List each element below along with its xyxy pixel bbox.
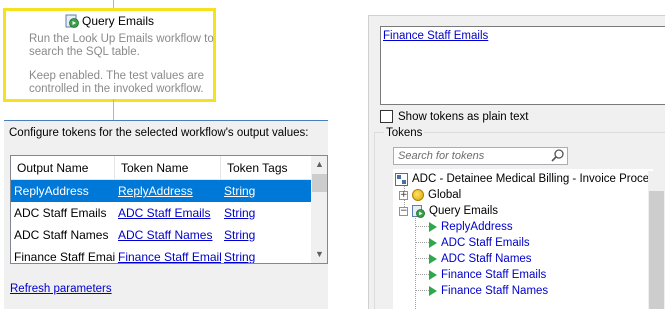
token-name-link[interactable]: ADC Staff Names [118, 228, 212, 242]
token-name-link[interactable]: ReplyAddress [118, 184, 193, 198]
refresh-parameters-link[interactable]: Refresh parameters [10, 283, 112, 295]
activity-note: Keep enabled. The test values are contro… [29, 70, 204, 95]
tree-token-label: ADC Staff Names [441, 253, 532, 265]
scroll-up-arrow-icon[interactable]: ▲ [311, 156, 327, 173]
expand-plus-icon[interactable]: + [399, 190, 408, 200]
tree-token-item[interactable]: ADC Staff Emails [429, 235, 530, 251]
tree-token-label: ADC Staff Emails [441, 237, 530, 249]
output-name-cell: ADC Staff Names [14, 228, 109, 242]
token-name-link[interactable]: ADC Staff Emails [118, 206, 210, 220]
tokens-group-label: Tokens [384, 127, 425, 139]
token-play-icon [429, 254, 437, 264]
token-value-textbox[interactable]: Finance Staff Emails [380, 26, 665, 105]
column-header-token-name[interactable]: Token Name [115, 156, 221, 180]
output-name-cell: ADC Staff Emails [14, 206, 107, 220]
workflow-icon [395, 172, 408, 186]
activity-title: Query Emails [6, 14, 213, 28]
tree-node-global[interactable]: + Global [399, 187, 461, 203]
tree-node-global-label: Global [428, 189, 462, 201]
table-row[interactable]: Finance Staff Emails Finance Staff Email… [11, 246, 311, 264]
token-tags-link[interactable]: String [224, 206, 255, 220]
inserted-token[interactable]: Finance Staff Emails [383, 30, 488, 42]
tree-root-node[interactable]: ADC - Detainee Medical Billing - Invoice… [395, 171, 649, 187]
workflow-icon [65, 14, 79, 28]
tree-token-label: ReplyAddress [441, 221, 513, 233]
tree-root-label: ADC - Detainee Medical Billing - Invoice… [412, 173, 650, 185]
activity-title-text: Query Emails [81, 14, 155, 28]
token-play-icon [429, 270, 437, 280]
tree-token-item[interactable]: Finance Staff Names [429, 283, 548, 299]
tree-guide [415, 213, 416, 309]
token-play-icon [429, 222, 437, 232]
show-tokens-plain-label: Show tokens as plain text [398, 110, 529, 123]
tree-token-item[interactable]: ADC Staff Names [429, 251, 532, 267]
tree-scroll-thumb[interactable] [649, 191, 664, 309]
collapse-minus-icon[interactable]: − [399, 206, 408, 216]
table-row[interactable]: ADC Staff Names ADC Staff Names String [11, 224, 311, 246]
column-header-token-tags[interactable]: Token Tags [221, 156, 311, 180]
activity-description: Run the Look Up Emails workflow to searc… [29, 33, 214, 58]
token-tags-link[interactable]: String [224, 228, 255, 242]
tree-vertical-scrollbar[interactable] [648, 171, 665, 309]
tree-token-item[interactable]: Finance Staff Emails [429, 267, 546, 283]
table-vertical-scrollbar[interactable]: ▲ ▼ [311, 156, 327, 263]
connector-line-bottom [113, 99, 114, 121]
search-icon[interactable] [549, 148, 566, 164]
token-play-icon [429, 286, 437, 296]
tree-token-label: Finance Staff Names [441, 285, 549, 297]
scroll-thumb[interactable] [312, 174, 327, 192]
table-row[interactable]: ReplyAddress ReplyAddress String [11, 180, 311, 202]
output-tokens-table: Output Name Token Name Token Tags ReplyA… [10, 155, 328, 264]
token-picker-panel: Finance Staff Emails Show tokens as plai… [368, 15, 665, 309]
tokens-tree: ADC - Detainee Medical Billing - Invoice… [393, 169, 653, 309]
token-name-link[interactable]: Finance Staff Emails [118, 250, 221, 263]
configure-tokens-panel: Configure tokens for the selected workfl… [4, 120, 328, 309]
tree-token-item[interactable]: ReplyAddress [429, 219, 513, 235]
tree-token-label: Finance Staff Emails [441, 269, 547, 281]
global-icon [412, 189, 424, 201]
token-tags-link[interactable]: String [224, 184, 255, 198]
tree-node-query-emails[interactable]: − Query Emails [399, 203, 498, 219]
query-emails-activity[interactable]: Query Emails Run the Look Up Emails work… [3, 8, 216, 102]
token-play-icon [429, 238, 437, 248]
scroll-down-arrow-icon[interactable]: ▼ [311, 246, 327, 263]
configure-tokens-label: Configure tokens for the selected workfl… [9, 127, 309, 139]
column-header-output-name[interactable]: Output Name [11, 156, 115, 180]
workflow-run-icon [412, 204, 425, 218]
table-header: Output Name Token Name Token Tags [11, 156, 311, 180]
panel-top-border [4, 120, 328, 121]
table-row[interactable]: ADC Staff Emails ADC Staff Emails String [11, 202, 311, 224]
token-search-box[interactable] [393, 147, 568, 165]
output-name-cell: ReplyAddress [14, 184, 89, 198]
tree-node-query-emails-label: Query Emails [429, 205, 499, 217]
token-search-input[interactable] [394, 148, 544, 164]
show-tokens-plain-checkbox[interactable] [380, 110, 393, 123]
token-tags-link[interactable]: String [224, 250, 255, 263]
output-name-cell: Finance Staff Emails [14, 250, 115, 264]
show-tokens-plain-checkbox-row[interactable]: Show tokens as plain text [380, 110, 528, 123]
